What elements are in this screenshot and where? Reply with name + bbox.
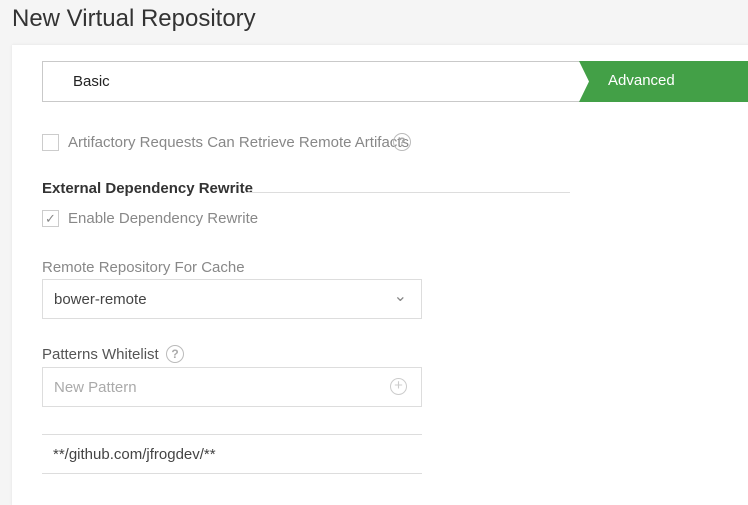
wizard-steps: Basic Advanced bbox=[42, 61, 748, 102]
add-pattern-icon[interactable]: + bbox=[390, 378, 407, 395]
remote-cache-value: bower-remote bbox=[54, 291, 147, 308]
help-icon[interactable]: ? bbox=[166, 345, 184, 363]
remote-cache-select[interactable]: bower-remote ⌄ bbox=[42, 279, 422, 319]
form-panel: Basic Advanced Artifactory Requests Can … bbox=[12, 45, 748, 505]
pattern-divider bbox=[42, 434, 422, 435]
enable-rewrite-checkbox[interactable]: ✓ bbox=[42, 210, 59, 227]
artifactory-requests-label: Artifactory Requests Can Retrieve Remote… bbox=[68, 134, 409, 151]
check-icon: ✓ bbox=[45, 210, 56, 226]
step-advanced-label: Advanced bbox=[608, 72, 675, 89]
pattern-item[interactable]: **/github.com/jfrogdev/** bbox=[53, 446, 216, 463]
section-divider bbox=[246, 192, 570, 193]
enable-rewrite-label: Enable Dependency Rewrite bbox=[68, 210, 259, 227]
section-heading: External Dependency Rewrite bbox=[42, 180, 253, 197]
step-basic[interactable]: Basic bbox=[73, 73, 110, 90]
help-icon[interactable]: ? bbox=[393, 133, 411, 151]
new-pattern-input[interactable]: New Pattern + bbox=[42, 367, 422, 407]
remote-cache-label: Remote Repository For Cache bbox=[42, 259, 245, 276]
new-pattern-placeholder: New Pattern bbox=[54, 379, 137, 396]
page-title: New Virtual Repository bbox=[12, 5, 256, 32]
pattern-divider bbox=[42, 473, 422, 474]
patterns-label: Patterns Whitelist bbox=[42, 346, 159, 363]
artifactory-requests-checkbox[interactable] bbox=[42, 134, 59, 151]
chevron-down-icon: ⌄ bbox=[393, 288, 407, 305]
step-advanced[interactable]: Advanced bbox=[579, 61, 748, 102]
